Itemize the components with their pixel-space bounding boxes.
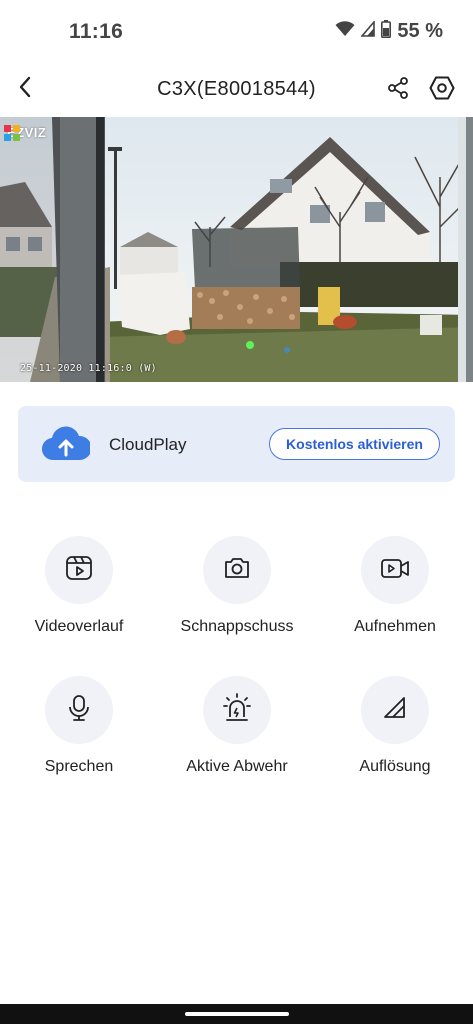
cloudplay-banner: CloudPlay Kostenlos aktivieren bbox=[18, 406, 455, 482]
status-icons: 55 % bbox=[335, 19, 443, 43]
action-label: Schnappschuss bbox=[180, 618, 294, 635]
wifi-icon bbox=[335, 21, 355, 42]
action-record[interactable]: Aufnehmen bbox=[316, 536, 473, 656]
video-record-icon bbox=[379, 553, 411, 588]
top-bar: C3X(E80018544) bbox=[0, 62, 473, 118]
action-circle[interactable] bbox=[203, 536, 271, 604]
video-history-icon bbox=[64, 553, 94, 588]
action-video-history[interactable]: Videoverlauf bbox=[0, 536, 158, 656]
live-video-view[interactable]: EZVIZ 25-11-2020 11:16:0 (W) bbox=[0, 117, 473, 382]
action-label: Aktive Abwehr bbox=[186, 758, 288, 775]
battery-percent: 55 % bbox=[397, 20, 443, 42]
camera-icon bbox=[222, 553, 252, 588]
signal-icon bbox=[360, 19, 376, 42]
alarm-siren-icon bbox=[221, 692, 253, 729]
video-timestamp: 25-11-2020 11:16:0 (W) bbox=[20, 363, 157, 374]
action-speak[interactable]: Sprechen bbox=[0, 676, 158, 796]
status-time: 11:16 bbox=[69, 20, 124, 43]
share-button[interactable] bbox=[382, 74, 414, 106]
action-circle[interactable] bbox=[45, 676, 113, 744]
action-circle[interactable] bbox=[203, 676, 271, 744]
share-icon bbox=[386, 76, 410, 105]
action-label: Auflösung bbox=[359, 758, 431, 775]
action-label: Sprechen bbox=[44, 758, 114, 775]
action-resolution[interactable]: Auflösung bbox=[316, 676, 473, 796]
cloud-upload-icon bbox=[41, 424, 92, 464]
microphone-icon bbox=[64, 693, 94, 728]
home-gesture-handle[interactable] bbox=[185, 1012, 289, 1016]
resolution-icon bbox=[381, 694, 409, 727]
action-circle[interactable] bbox=[45, 536, 113, 604]
activate-free-button[interactable]: Kostenlos aktivieren bbox=[269, 428, 440, 460]
action-circle[interactable] bbox=[361, 536, 429, 604]
action-snapshot[interactable]: Schnappschuss bbox=[158, 536, 316, 656]
brand-logo: EZVIZ bbox=[4, 125, 46, 141]
camera-scene bbox=[0, 117, 473, 382]
status-bar: 11:16 55 % bbox=[0, 0, 473, 62]
cloudplay-label: CloudPlay bbox=[109, 435, 187, 454]
settings-hexagon-icon bbox=[429, 75, 455, 106]
action-label: Aufnehmen bbox=[354, 618, 436, 635]
action-circle[interactable] bbox=[361, 676, 429, 744]
action-label: Videoverlauf bbox=[34, 618, 124, 635]
battery-icon bbox=[381, 20, 392, 43]
action-active-defense[interactable]: Aktive Abwehr bbox=[158, 676, 316, 796]
settings-button[interactable] bbox=[426, 74, 458, 106]
